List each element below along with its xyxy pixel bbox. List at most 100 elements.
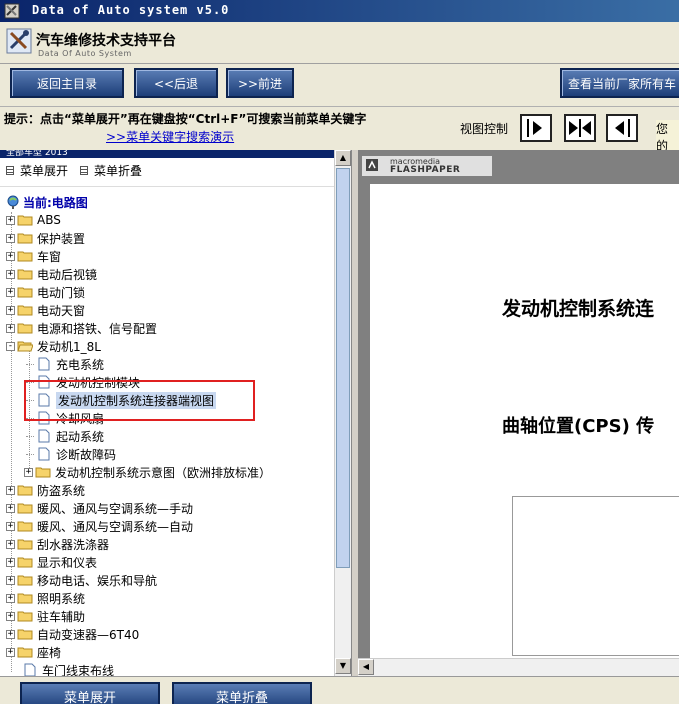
scroll-down-arrow-icon[interactable]: ▼ (335, 658, 351, 674)
expand-toggle-icon[interactable]: + (6, 233, 15, 243)
expand-toggle-icon[interactable]: + (6, 629, 15, 639)
expand-right-view-button[interactable] (520, 114, 552, 142)
tree-current-node[interactable]: 当前:电路图 (6, 193, 88, 211)
expand-toggle-icon[interactable]: + (6, 251, 15, 261)
tree-folder[interactable]: + 车窗 (6, 247, 61, 265)
tree-folder[interactable]: + 保护装置 (6, 229, 85, 247)
expand-toggle-icon[interactable]: + (6, 287, 15, 297)
tree-folder[interactable]: + 自动变速器—6T40 (6, 625, 139, 643)
folder-open-icon (17, 341, 33, 352)
navigation-toolbar: 返回主目录 <<后退 >>前进 查看当前厂家所有车 (0, 64, 679, 106)
tree-folder-label: 电动门锁 (37, 285, 86, 300)
expand-toggle-icon[interactable]: + (6, 323, 15, 333)
tree-expand-link[interactable]: 菜单展开 (6, 162, 68, 179)
expand-toggle-icon[interactable]: + (6, 575, 15, 585)
hint-text: 提示：点击“菜单展开”再在键盘按“Ctrl+F”可搜索当前菜单关键字 (4, 112, 367, 126)
document-subtitle: 曲轴位置(CPS) 传 (502, 416, 655, 437)
expand-toggle-icon[interactable]: + (6, 305, 15, 315)
tree-folder[interactable]: + ABS (6, 211, 61, 229)
folder-icon (35, 467, 51, 478)
expand-toggle-icon[interactable]: + (6, 557, 15, 567)
tree-folder[interactable]: + 电动门锁 (6, 283, 85, 301)
tree-folder[interactable]: + 暖风、通风与空调系统—自动 (6, 517, 193, 535)
tree-folder-label: 移动电话、娱乐和导航 (37, 573, 158, 588)
expand-toggle-icon[interactable]: + (6, 593, 15, 603)
tree-vertical-scrollbar[interactable]: ▲ ▼ (334, 150, 351, 676)
folder-icon (17, 485, 33, 496)
expand-toggle-icon[interactable]: + (6, 503, 15, 513)
app-icon (4, 3, 20, 19)
tree-folder-label: 照明系统 (37, 591, 86, 606)
expand-toggle-icon[interactable]: + (6, 521, 15, 531)
list-icon (80, 166, 88, 175)
flashpaper-logo: macromedia FLASHPAPER (362, 156, 492, 176)
scroll-up-arrow-icon[interactable]: ▲ (335, 150, 351, 166)
document-title: 发动机控制系统连 (502, 298, 655, 320)
tree-leaf-label: 充电系统 (56, 357, 105, 372)
tree-folder-label: 驻车辅助 (37, 609, 86, 624)
flashpaper-icon (366, 159, 378, 171)
bottom-bar: 菜单展开 菜单折叠 (0, 676, 679, 704)
tree-folder[interactable]: + 刮水器洗涤器 (6, 535, 109, 553)
tree-folder[interactable]: + 移动电话、娱乐和导航 (6, 571, 157, 589)
tree-folder[interactable]: + 电源和搭铁、信号配置 (6, 319, 157, 337)
bottom-expand-button[interactable]: 菜单展开 (20, 682, 160, 704)
back-button[interactable]: <<后退 (134, 68, 218, 98)
window-title-bar: Data of Auto system v5.0 (0, 0, 679, 22)
tree-leaf[interactable]: 诊断故障码 (26, 445, 116, 463)
divider (0, 186, 334, 187)
folder-icon (17, 251, 33, 262)
forward-button[interactable]: >>前进 (226, 68, 294, 98)
search-demo-link[interactable]: >>菜单关键字搜索演示 (106, 128, 234, 145)
tree-folder[interactable]: + 座椅 (6, 643, 61, 661)
tree-leaf-label: 诊断故障码 (56, 447, 117, 462)
folder-icon (17, 611, 33, 622)
tree-folder[interactable]: + 防盗系统 (6, 481, 85, 499)
tree-leaf[interactable]: 起动系统 (26, 427, 104, 445)
scroll-thumb[interactable] (336, 168, 350, 568)
tree-leaf[interactable]: 充电系统 (26, 355, 104, 373)
viewer-horizontal-scrollbar[interactable]: ◀ (358, 658, 679, 676)
expand-toggle-icon[interactable]: + (6, 485, 15, 495)
tree-folder-label: 座椅 (37, 645, 62, 660)
tree-folder[interactable]: + 暖风、通风与空调系统—手动 (6, 499, 193, 517)
expand-left-view-button[interactable] (606, 114, 638, 142)
tree-folder[interactable]: + 照明系统 (6, 589, 85, 607)
view-all-vehicles-button[interactable]: 查看当前厂家所有车 (560, 68, 679, 98)
tree-connector (26, 453, 34, 455)
globe-icon (7, 195, 19, 209)
tree-folder-label: 暖风、通风与空调系统—自动 (37, 519, 194, 534)
expand-toggle-icon[interactable]: + (24, 467, 33, 477)
tree-collapse-link[interactable]: 菜单折叠 (80, 162, 142, 179)
document-icon (38, 429, 50, 443)
tree-folder[interactable]: + 显示和仪表 (6, 553, 97, 571)
tree-folder[interactable]: + 驻车辅助 (6, 607, 85, 625)
document-viewer: macromedia FLASHPAPER 发动机控制系统连 曲轴位置(CPS)… (358, 150, 679, 676)
scroll-left-arrow-icon[interactable]: ◀ (358, 659, 374, 675)
tree-folder-label: 保护装置 (37, 231, 86, 246)
expand-toggle-icon[interactable]: + (6, 215, 15, 225)
tree-folder[interactable]: + 电动天窗 (6, 301, 85, 319)
expand-toggle-icon[interactable]: + (6, 611, 15, 621)
collapse-toggle-icon[interactable]: - (6, 341, 15, 351)
view-control-label: 视图控制 (460, 122, 509, 136)
tree-leaf-label: 起动系统 (56, 429, 105, 444)
folder-icon (17, 557, 33, 568)
folder-icon (17, 323, 33, 334)
tree-folder-engine[interactable]: - 发动机1_8L (6, 337, 101, 355)
bottom-collapse-button[interactable]: 菜单折叠 (172, 682, 312, 704)
split-view-button[interactable] (564, 114, 596, 142)
document-icon (38, 357, 50, 371)
brand-large: FLASHPAPER (390, 165, 461, 175)
expand-toggle-icon[interactable]: + (6, 647, 15, 657)
expand-toggle-icon[interactable]: + (6, 539, 15, 549)
folder-icon (17, 269, 33, 280)
app-subtitle: Data Of Auto System (38, 49, 132, 58)
tree-folder[interactable]: + 电动后视镜 (6, 265, 97, 283)
tree-leaf-door-harness[interactable]: 车门线束布线 (24, 661, 114, 676)
tree-folder-engine-schematic[interactable]: + 发动机控制系统示意图（欧洲排放标准） (24, 463, 271, 481)
expand-toggle-icon[interactable]: + (6, 269, 15, 279)
folder-icon (17, 647, 33, 658)
folder-icon (17, 215, 33, 226)
home-button[interactable]: 返回主目录 (10, 68, 124, 98)
